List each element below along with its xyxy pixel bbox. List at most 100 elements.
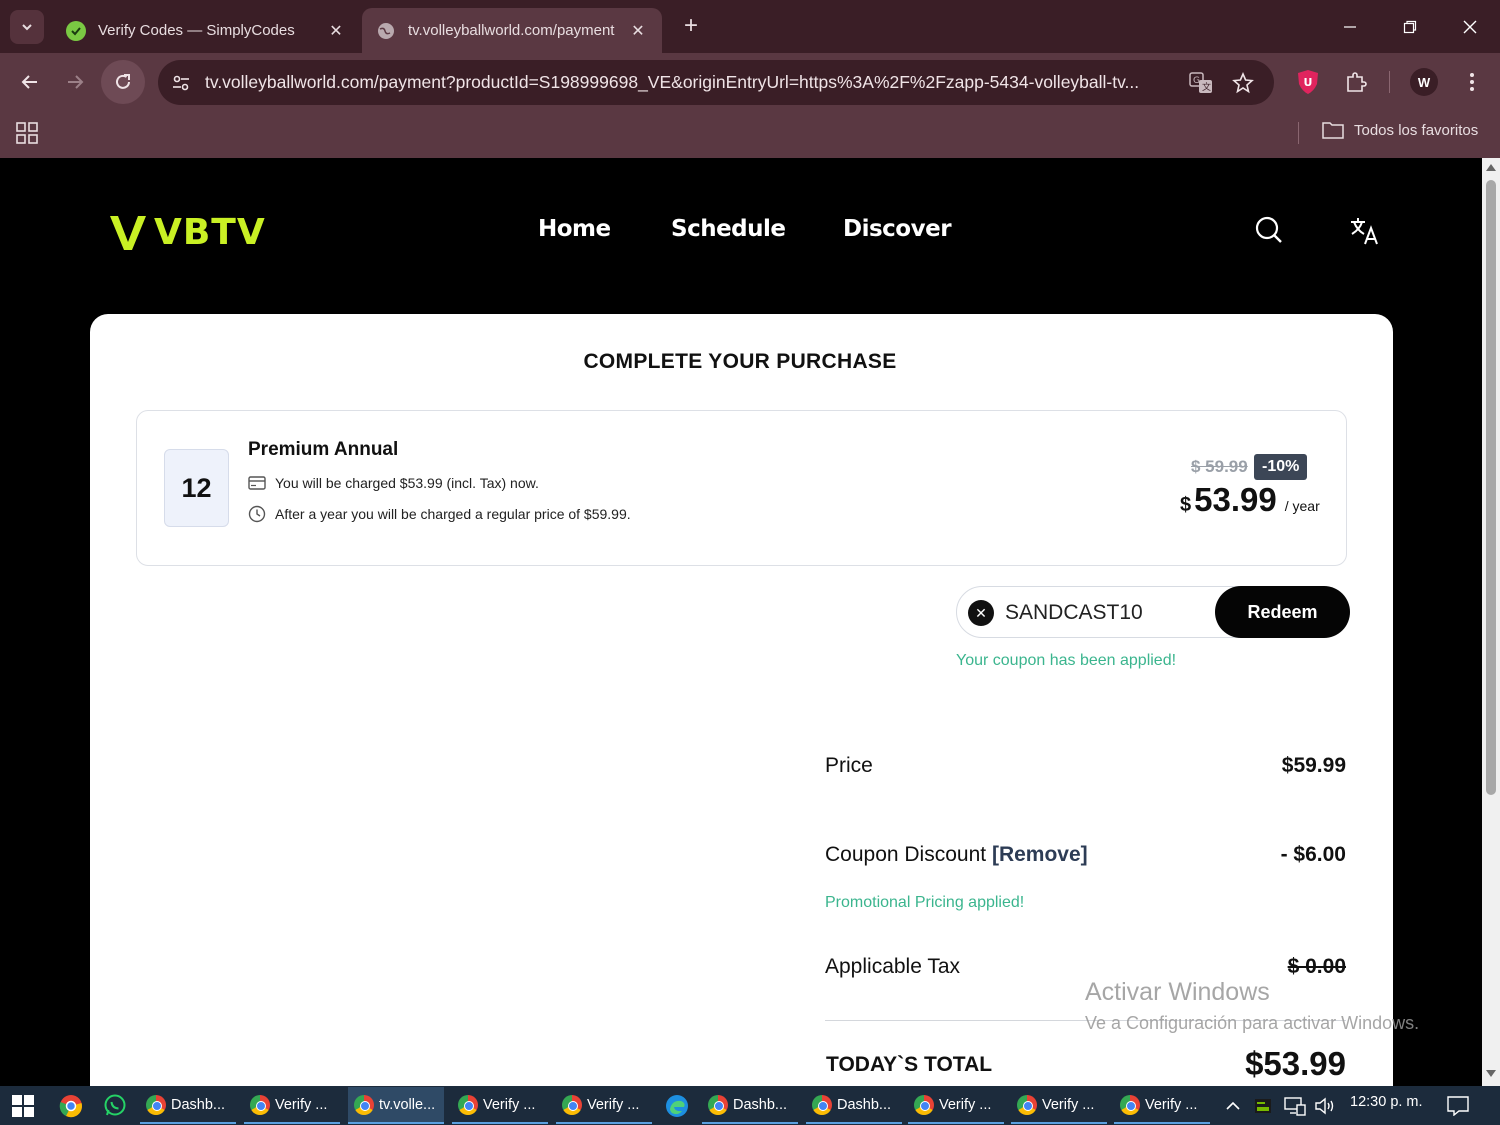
edge-icon[interactable] [664,1093,690,1119]
chevron-down-icon [22,24,32,31]
page-title: COMPLETE YOUR PURCHASE [583,350,897,373]
profile-avatar[interactable]: W [1410,68,1438,96]
taskbar-item-label: Verify ... [483,1096,536,1113]
taskbar-item[interactable]: Verify ... [1011,1087,1107,1124]
renewal-text: After a year you will be charged a regul… [275,506,631,522]
nav-schedule[interactable]: Schedule [671,216,786,242]
bookmark-star-icon[interactable] [1230,70,1256,96]
close-icon[interactable]: ✕ [628,21,648,41]
windows-start-icon[interactable] [12,1095,34,1117]
restore-button[interactable] [1390,12,1430,42]
kebab-menu-icon[interactable] [1456,66,1488,98]
taskbar-item-label: Verify ... [1145,1096,1198,1113]
tab-simplycodes[interactable]: Verify Codes — SimplyCodes ✕ [52,8,360,53]
price-amount: 53.99 [1194,481,1277,518]
close-icon [1463,20,1477,34]
windows-taskbar: Dashb... Verify ... tv.volle... Verify .… [0,1086,1500,1125]
taskbar-item[interactable]: Verify ... [908,1087,1004,1124]
minimize-button[interactable] [1330,12,1370,42]
chrome-icon [914,1094,934,1115]
apps-grid-icon[interactable] [16,122,38,144]
chrome-pinned-icon[interactable] [58,1093,84,1119]
original-price: $ 59.99 [1191,457,1248,476]
ublock-extension-icon[interactable]: U [1292,66,1324,98]
tab-title: Verify Codes — SimplyCodes [98,22,295,39]
address-bar[interactable]: tv.volleyballworld.com/payment?productId… [158,60,1274,105]
nav-discover[interactable]: Discover [843,216,952,242]
extensions-puzzle-icon[interactable] [1340,66,1372,98]
coupon-success-message: Your coupon has been applied! [956,652,1177,669]
taskbar-item[interactable]: Verify ... [556,1087,652,1124]
taskbar-item-label: Verify ... [939,1096,992,1113]
plan-months-badge: 12 [164,449,229,527]
network-icon[interactable] [1282,1093,1308,1119]
site-header: VBTV Home Schedule Discover [0,158,1482,308]
minimize-icon [1344,26,1356,28]
chrome-icon [354,1094,374,1115]
chrome-icon [458,1094,478,1115]
taskbar-item[interactable]: Dashb... [140,1087,236,1124]
chrome-icon [562,1094,582,1115]
svg-text:文: 文 [1202,81,1211,93]
all-bookmarks-button[interactable]: Todos los favoritos [1322,121,1478,139]
whatsapp-icon[interactable] [102,1093,128,1119]
forward-button[interactable] [55,63,95,101]
scroll-up-icon[interactable] [1486,164,1496,171]
folder-icon [1322,122,1344,139]
taskbar-item[interactable]: Dashb... [806,1087,902,1124]
url-text[interactable]: tv.volleyballworld.com/payment?productId… [205,72,1180,93]
clock-time[interactable]: 12:30 p. m. [1350,1094,1423,1110]
translate-icon[interactable]: G文 [1188,70,1214,96]
price-currency: $ [1180,494,1192,516]
coupon-discount-value: - $6.00 [1280,843,1346,866]
vbtv-logo[interactable]: VBTV [108,212,266,253]
coupon-input[interactable] [1005,599,1205,627]
watermark-title: Activar Windows [1085,978,1270,1006]
coupon-discount-label: Coupon Discount [825,843,987,866]
redeem-button[interactable]: Redeem [1215,586,1350,638]
language-icon[interactable] [1348,212,1382,248]
discounted-price: $ 53.99 / year [1180,481,1320,519]
taskbar-item-label: Verify ... [1042,1096,1095,1113]
new-tab-button[interactable]: + [678,13,704,39]
total-label: TODAY`S TOTAL [826,1053,993,1076]
scroll-down-icon[interactable] [1486,1070,1496,1077]
scrollbar-thumb[interactable] [1486,180,1496,795]
notifications-icon[interactable] [1445,1093,1471,1119]
site-info-icon[interactable] [168,70,194,96]
reload-button[interactable] [101,60,145,104]
vbtv-logo-mark-icon [110,215,146,250]
page-viewport: VBTV Home Schedule Discover COMPLETE YOU… [0,158,1482,1086]
close-window-button[interactable] [1450,12,1490,42]
taskbar-item[interactable]: Verify ... [244,1087,340,1124]
tab-volleyballworld[interactable]: tv.volleyballworld.com/payment ✕ [362,8,662,53]
coupon-form: ✕ Redeem [956,586,1350,638]
reload-icon [116,74,130,89]
remove-coupon-link[interactable]: [Remove] [992,843,1088,866]
clear-coupon-icon[interactable]: ✕ [968,600,994,626]
close-icon[interactable]: ✕ [326,21,346,41]
charge-now-line: You will be charged $53.99 (incl. Tax) n… [248,475,539,491]
taskbar-item[interactable]: Verify ... [452,1087,548,1124]
volume-icon[interactable] [1313,1093,1339,1119]
simplycodes-favicon-icon [66,20,86,41]
search-icon[interactable] [1252,212,1286,248]
tab-title: tv.volleyballworld.com/payment [408,22,615,39]
nvidia-tray-icon[interactable] [1250,1093,1276,1119]
taskbar-item-label: tv.volle... [379,1096,436,1113]
nav-home[interactable]: Home [538,216,611,242]
taskbar-item[interactable]: Dashb... [702,1087,798,1124]
taskbar-item[interactable]: Verify ... [1114,1087,1210,1124]
watermark-subtitle: Ve a Configuración para activar Windows. [1085,1013,1420,1033]
tab-search-button[interactable] [10,10,44,44]
browser-toolbar: tv.volleyballworld.com/payment?productId… [0,53,1500,110]
back-button[interactable] [10,63,50,101]
clock-icon [248,505,266,523]
credit-card-icon [248,476,266,490]
arrow-right-icon [68,75,84,89]
globe-icon [376,21,396,41]
page-scrollbar[interactable] [1482,158,1500,1086]
taskbar-item-active[interactable]: tv.volle... [348,1087,444,1124]
tray-chevron-up-icon[interactable] [1220,1093,1246,1119]
chrome-icon [812,1094,832,1115]
